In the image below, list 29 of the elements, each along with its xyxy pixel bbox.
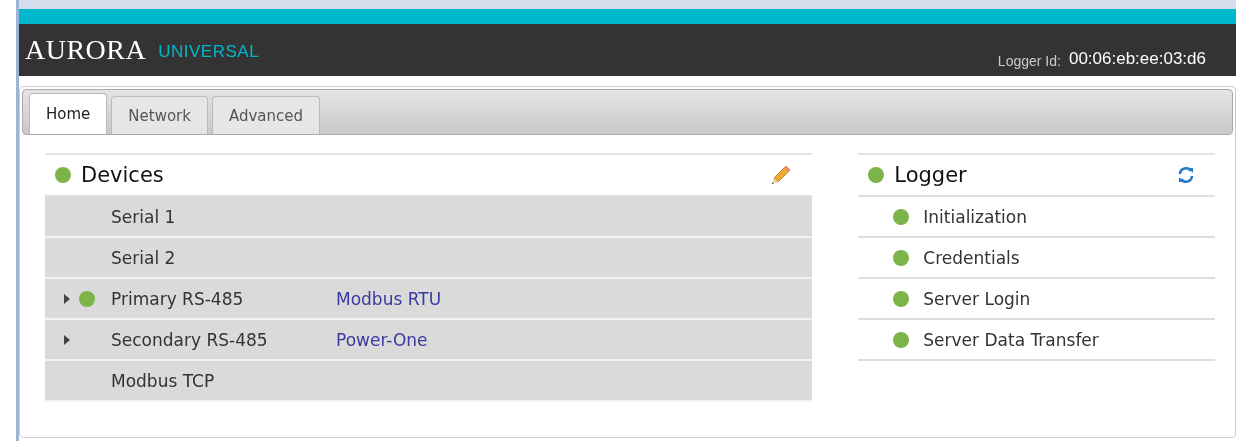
device-row[interactable]: Secondary RS-485 Power-One xyxy=(45,320,813,361)
device-name: Modbus TCP xyxy=(111,370,216,391)
logger-id-value: 00:06:eb:ee:03:d6 xyxy=(1068,49,1206,69)
pencil-icon[interactable] xyxy=(770,164,793,186)
device-row[interactable]: Serial 2 xyxy=(45,238,813,279)
section-title: Devices xyxy=(81,163,164,187)
logger-step: Credentials xyxy=(923,247,1020,268)
brand-name: AURORA xyxy=(25,34,147,66)
product-name: UNIVERSAL xyxy=(158,42,260,62)
logger-step: Server Login xyxy=(923,288,1031,309)
device-row[interactable]: Serial 1 xyxy=(45,197,813,238)
device-name: Primary RS-485 xyxy=(111,288,245,309)
protocol-link[interactable]: Modbus RTU xyxy=(336,288,442,309)
device-name: Secondary RS-485 xyxy=(111,329,269,350)
expand-arrow-icon[interactable] xyxy=(64,334,70,345)
device-row[interactable]: Primary RS-485 Modbus RTU xyxy=(45,279,813,320)
device-row[interactable]: Modbus TCP xyxy=(45,361,813,402)
logger-step: Server Data Transfer xyxy=(923,329,1099,350)
tab[interactable]: Network xyxy=(111,96,208,134)
device-name: Serial 1 xyxy=(111,206,177,227)
expand-arrow-icon[interactable] xyxy=(64,293,70,304)
tab[interactable]: Home xyxy=(29,93,108,134)
section-title: Logger xyxy=(894,163,967,187)
protocol-link[interactable]: Power-One xyxy=(336,329,428,350)
tab[interactable]: Advanced xyxy=(211,96,321,134)
refresh-icon[interactable] xyxy=(1177,166,1195,184)
logger-id-label: Logger Id: xyxy=(997,53,1061,69)
device-name: Serial 2 xyxy=(111,247,177,268)
logger-step: Initialization xyxy=(923,206,1027,227)
